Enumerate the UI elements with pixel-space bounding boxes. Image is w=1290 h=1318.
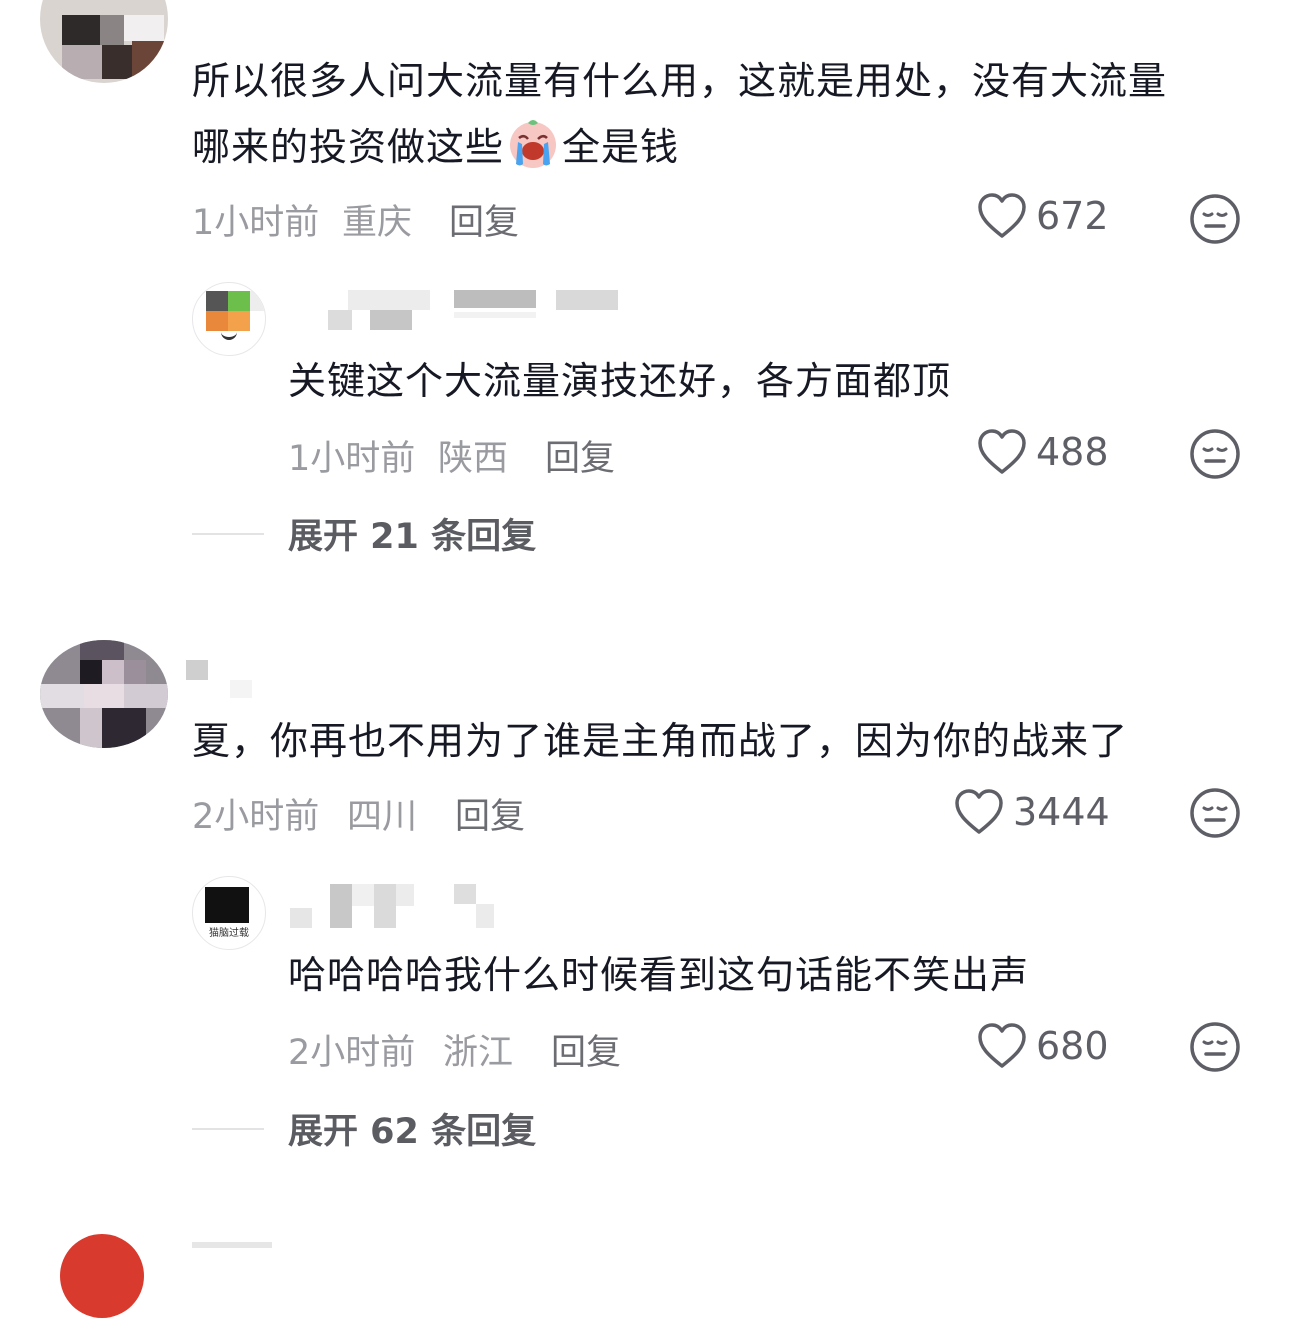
comment-text: 夏，你再也不用为了谁是主角而战了，因为你的战来了 — [192, 719, 1129, 763]
blur-pixel — [454, 290, 536, 308]
comment-time: 1小时前 — [192, 203, 320, 243]
avatar-pixel — [102, 45, 132, 79]
avatar-pixel — [62, 15, 100, 45]
divider — [192, 1127, 264, 1130]
avatar[interactable] — [192, 282, 266, 356]
avatar-pixel — [124, 15, 164, 41]
reply-text: 哈哈哈哈我什么时候看到这句话能不笑出声 — [288, 953, 1030, 997]
comment-text-line: 所以很多人问大流量有什么用，这就是用处，没有大流量 — [192, 59, 1168, 103]
avatar-pixel — [102, 660, 124, 684]
like-count: 680 — [1036, 1024, 1109, 1068]
blur-pixel — [476, 904, 494, 928]
comment-text-segment: 哪来的投资做这些 — [192, 125, 505, 169]
avatar-pixel — [102, 708, 146, 748]
comment-location: 四川 — [347, 797, 418, 837]
comment-text-segment: 全是钱 — [562, 125, 680, 169]
avatar[interactable] — [60, 1234, 144, 1318]
heart-outline-icon — [978, 1023, 1026, 1068]
avatar[interactable]: 猫脑过载 — [192, 876, 266, 950]
avatar-pixel — [206, 311, 228, 331]
username-blurred[interactable] — [186, 660, 296, 700]
reply-time: 2小时前 — [288, 1033, 416, 1073]
expand-replies-label: 展开 62 条回复 — [288, 1112, 537, 1152]
meh-face-icon[interactable] — [1189, 193, 1241, 245]
heart-outline-icon — [978, 429, 1026, 474]
username-blurred[interactable] — [286, 884, 506, 928]
reply-button[interactable]: 回复 — [551, 1024, 621, 1075]
username-blurred[interactable] — [300, 288, 630, 332]
like-count: 672 — [1036, 194, 1109, 238]
reply-location: 浙江 — [443, 1033, 514, 1073]
avatar-pixel — [62, 45, 102, 79]
divider — [192, 532, 264, 535]
blur-pixel — [352, 884, 374, 906]
avatar-pixel — [40, 684, 84, 708]
avatar-pixel — [80, 708, 102, 748]
blur-pixel — [396, 884, 414, 906]
blur-pixel — [230, 680, 252, 698]
avatar[interactable] — [40, 0, 168, 83]
avatar-pixel — [228, 311, 250, 331]
avatar-pixel — [250, 291, 264, 311]
crying-face-emoji-icon — [510, 120, 557, 168]
reply-location: 陕西 — [438, 439, 509, 479]
heart-outline-icon — [955, 789, 1003, 834]
heart-outline-icon — [978, 193, 1026, 238]
reply-button[interactable]: 回复 — [455, 788, 525, 839]
avatar[interactable] — [40, 640, 168, 748]
comment-text-line: 哪来的投资做这些 全是钱 — [192, 116, 679, 178]
like-button[interactable]: 488 — [976, 428, 1109, 476]
like-count: 3444 — [1013, 790, 1110, 834]
reply-button[interactable]: 回复 — [545, 430, 615, 481]
reply-text: 关键这个大流量演技还好，各方面都顶 — [288, 359, 952, 403]
reply-time: 1小时前 — [288, 439, 416, 479]
blur-pixel — [328, 310, 352, 330]
expand-replies-button[interactable]: 展开 21 条回复 — [192, 508, 536, 559]
avatar-pixel — [80, 640, 124, 660]
avatar-pixel — [124, 660, 146, 684]
blur-pixel — [330, 884, 352, 928]
avatar-pixel — [206, 291, 228, 311]
avatar-pixel — [100, 15, 124, 45]
blur-pixel — [454, 312, 536, 318]
blur-pixel — [374, 884, 396, 928]
like-button[interactable]: 672 — [976, 192, 1109, 240]
blur-pixel — [454, 884, 476, 904]
avatar-caption: 猫脑过载 — [209, 928, 249, 939]
blur-pixel — [186, 660, 208, 680]
avatar-pixel — [228, 291, 250, 311]
reply-button[interactable]: 回复 — [449, 194, 519, 245]
comment-location: 重庆 — [342, 203, 413, 243]
username-blurred[interactable] — [192, 1242, 272, 1248]
meh-face-icon[interactable] — [1189, 787, 1241, 839]
expand-replies-label: 展开 21 条回复 — [288, 517, 537, 557]
avatar-pixel — [84, 684, 124, 708]
like-button[interactable]: 680 — [976, 1022, 1109, 1070]
blur-pixel — [348, 290, 430, 310]
expand-replies-button[interactable]: 展开 62 条回复 — [192, 1103, 536, 1154]
avatar-pixel — [80, 660, 102, 684]
comment-time: 2小时前 — [192, 797, 320, 837]
blur-pixel — [290, 908, 312, 928]
meh-face-icon[interactable] — [1189, 1021, 1241, 1073]
like-count: 488 — [1036, 430, 1109, 474]
blur-pixel — [370, 310, 412, 330]
avatar-pixel — [221, 331, 237, 340]
avatar-pixel — [205, 887, 249, 923]
avatar-pixel — [132, 41, 168, 79]
blur-pixel — [556, 290, 618, 310]
meh-face-icon[interactable] — [1189, 428, 1241, 480]
avatar-pixel — [124, 684, 168, 708]
like-button[interactable]: 3444 — [953, 788, 1110, 836]
